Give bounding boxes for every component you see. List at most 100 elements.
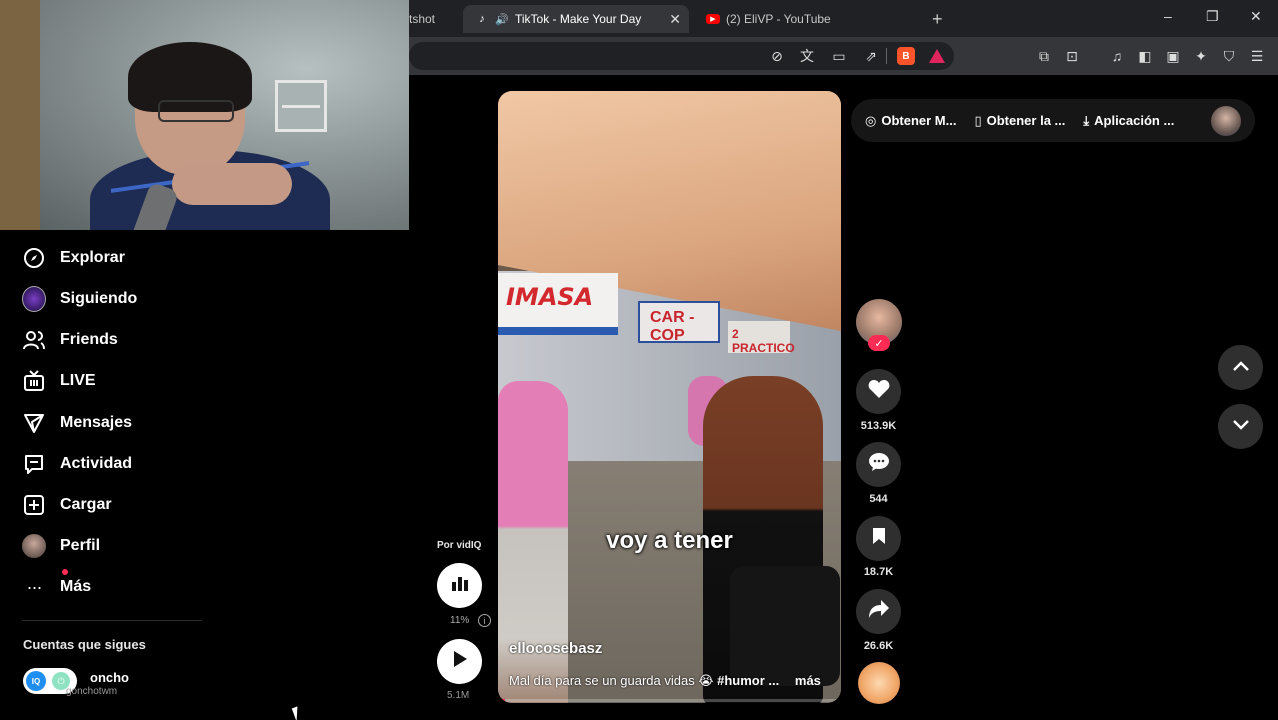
video-description: Mal día para se un guarda vidas 😭 #humor…: [509, 673, 821, 689]
brave-rewards-icon[interactable]: [928, 47, 946, 65]
info-icon[interactable]: i: [478, 614, 491, 627]
next-video-button[interactable]: [1218, 404, 1263, 449]
coin-icon: ◎: [865, 112, 877, 128]
tab-label: TikTok - Make Your Day: [515, 12, 642, 26]
play-icon: [452, 650, 468, 673]
webcam-glasses: [158, 100, 234, 122]
sidebar-item-label: Friends: [60, 331, 118, 348]
following-account-handle: gonchotwm: [66, 686, 118, 697]
play-button[interactable]: [437, 639, 482, 684]
translate-icon[interactable]: 文: [798, 47, 816, 65]
share-icon[interactable]: ⇗: [862, 47, 880, 65]
bookmark-icon: [872, 527, 886, 550]
download-icon: ⤓: [1083, 112, 1090, 128]
following-section-title: Cuentas que sigues: [23, 637, 146, 652]
hashtag-link[interactable]: #humor ...: [717, 673, 779, 688]
like-count: 513.9K: [860, 420, 897, 432]
sidebar-item-siguiendo[interactable]: Siguiendo: [22, 284, 137, 314]
bar-chart-icon: [451, 575, 469, 596]
sidebar-item-cargar[interactable]: Cargar: [22, 490, 112, 520]
friends-icon: [22, 328, 46, 352]
sidebar-item-perfil[interactable]: Perfil: [22, 531, 100, 561]
brave-shields-icon[interactable]: B: [897, 47, 915, 65]
sidebar-item-mas[interactable]: ··· Más: [22, 569, 91, 602]
vidiq-icon: IQ: [26, 671, 46, 691]
sidebar-divider: [22, 620, 202, 621]
description-text: Mal día para se un guarda vidas 😭: [509, 673, 718, 688]
send-icon: [22, 411, 46, 435]
more-link[interactable]: más: [795, 673, 821, 688]
leo-ai-icon[interactable]: ✦: [1192, 47, 1210, 65]
notification-dot: [62, 569, 68, 575]
tab-screenshot[interactable]: tshot: [409, 5, 459, 33]
tab-tiktok[interactable]: ♪ 🔊 TikTok - Make Your Day ✕: [463, 5, 689, 33]
save-count: 18.7K: [863, 566, 894, 578]
sidebar-item-label: Mensajes: [60, 414, 133, 431]
previous-video-button[interactable]: [1218, 345, 1263, 390]
vidiq-label: Por vidIQ: [437, 540, 482, 551]
sidebar-item-mensajes[interactable]: Mensajes: [22, 408, 132, 438]
screenshot-icon[interactable]: ⊡: [1063, 47, 1081, 65]
video-handbag: [730, 566, 840, 686]
vidiq-stats-button[interactable]: [437, 563, 482, 608]
comment-count: 544: [869, 493, 888, 505]
sidebar-item-label: Actividad: [60, 455, 133, 472]
share-count: 26.6K: [863, 640, 894, 652]
close-window-button[interactable]: ✕: [1250, 8, 1262, 25]
heart-icon: [868, 379, 890, 404]
share-arrow-icon: [868, 599, 890, 624]
comment-button[interactable]: [856, 442, 901, 487]
webcam-door: [0, 0, 40, 230]
wallet-icon[interactable]: ▣: [1164, 47, 1182, 65]
cast-icon[interactable]: ▭: [830, 47, 848, 65]
tab-label: tshot: [409, 12, 436, 26]
video-caption: voy a tener: [606, 527, 733, 554]
video-author[interactable]: ellocosebasz: [509, 640, 602, 657]
music-disc-icon[interactable]: [858, 662, 900, 704]
no-tracking-icon[interactable]: ⊘: [768, 47, 786, 65]
video-player[interactable]: IMASA CAR - COP 2 PRACTICO voy a tener e…: [498, 91, 841, 703]
get-coins-button[interactable]: ◎ Obtener M...: [865, 113, 956, 129]
user-avatar[interactable]: [1211, 106, 1241, 136]
following-avatar-icon: [22, 286, 46, 312]
sidebar-item-explorar[interactable]: Explorar: [22, 243, 125, 273]
audio-playing-icon[interactable]: 🔊: [495, 12, 509, 26]
new-tab-button[interactable]: +: [932, 9, 943, 30]
share-button[interactable]: [856, 589, 901, 634]
close-tab-icon[interactable]: ✕: [669, 11, 681, 28]
tab-youtube[interactable]: ▶ (2) EliVP - YouTube: [700, 5, 920, 33]
vidiq-views: 5.1M: [447, 690, 470, 701]
media-icon[interactable]: ♫: [1108, 47, 1126, 65]
chevron-up-icon: [1232, 359, 1250, 377]
save-button[interactable]: [856, 516, 901, 561]
video-progress-bar[interactable]: [498, 699, 841, 702]
vidiq-percent: 11%: [450, 615, 470, 626]
compass-icon: [22, 246, 46, 270]
minimize-button[interactable]: –: [1164, 8, 1172, 24]
extensions-icon[interactable]: ⧉: [1035, 47, 1053, 65]
get-app-button[interactable]: ▯ Obtener la ...: [974, 113, 1065, 129]
webcam-shelf: [275, 80, 327, 132]
sidebar-item-label: LIVE: [60, 372, 96, 389]
webcam-overlay: [0, 0, 409, 230]
sidebar-item-label: Explorar: [60, 249, 125, 266]
sidebar-item-actividad[interactable]: Actividad: [22, 449, 132, 479]
profile-avatar-icon: [22, 534, 46, 558]
mouse-cursor: [291, 706, 303, 720]
following-account-name[interactable]: oncho: [90, 670, 129, 685]
sidebar-item-live[interactable]: LIVE: [22, 366, 96, 396]
phone-icon: ▯: [974, 112, 982, 128]
restore-button[interactable]: ❐: [1206, 8, 1219, 25]
toolbar-separator: [886, 48, 887, 64]
tab-label: (2) EliVP - YouTube: [726, 12, 831, 26]
vpn-shield-icon[interactable]: ⛉: [1220, 47, 1238, 65]
menu-icon[interactable]: ☰: [1248, 47, 1266, 65]
followed-check-icon[interactable]: ✓: [868, 335, 890, 351]
desktop-app-button[interactable]: ⤓ Aplicación ...: [1083, 113, 1174, 129]
sidebar-toggle-icon[interactable]: ◧: [1136, 47, 1154, 65]
sidebar-item-friends[interactable]: Friends: [22, 325, 118, 355]
like-button[interactable]: [856, 369, 901, 414]
sidebar-item-label: Cargar: [60, 496, 112, 513]
live-tv-icon: [22, 369, 46, 393]
more-dots-icon: ···: [26, 576, 43, 597]
